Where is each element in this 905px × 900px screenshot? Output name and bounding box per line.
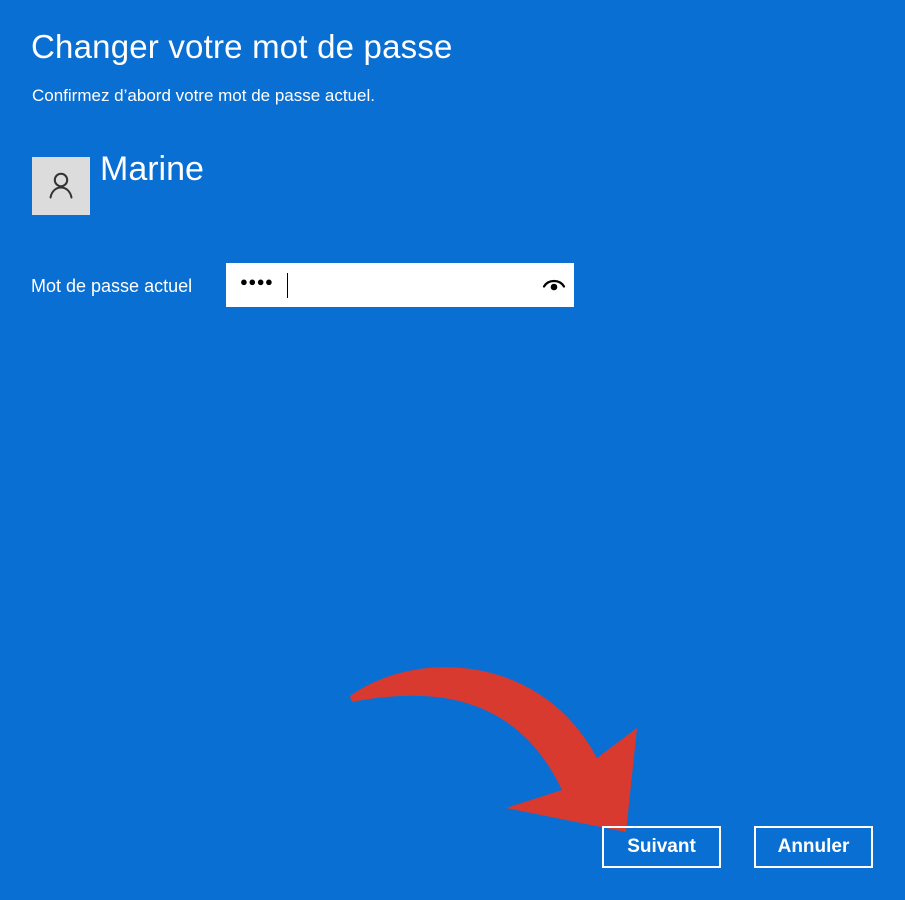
password-label: Mot de passe actuel: [31, 276, 193, 296]
page-title: Changer votre mot de passe: [31, 28, 453, 65]
page-subtitle: Confirmez d’abord votre mot de passe act…: [32, 86, 376, 105]
password-change-screen: Changer votre mot de passe Confirmez d’a…: [0, 0, 905, 900]
eye-icon[interactable]: [542, 277, 566, 293]
cancel-button[interactable]: Annuler: [754, 826, 873, 868]
next-button[interactable]: Suivant: [602, 826, 721, 868]
red-arrow-icon: [350, 667, 637, 832]
current-password-field[interactable]: ●●●●: [226, 263, 574, 307]
user-avatar: [32, 157, 90, 215]
password-dots: ●●●●: [240, 274, 274, 289]
person-icon: [49, 172, 73, 199]
text-caret: [287, 273, 288, 298]
user-name: Marine: [100, 150, 204, 188]
